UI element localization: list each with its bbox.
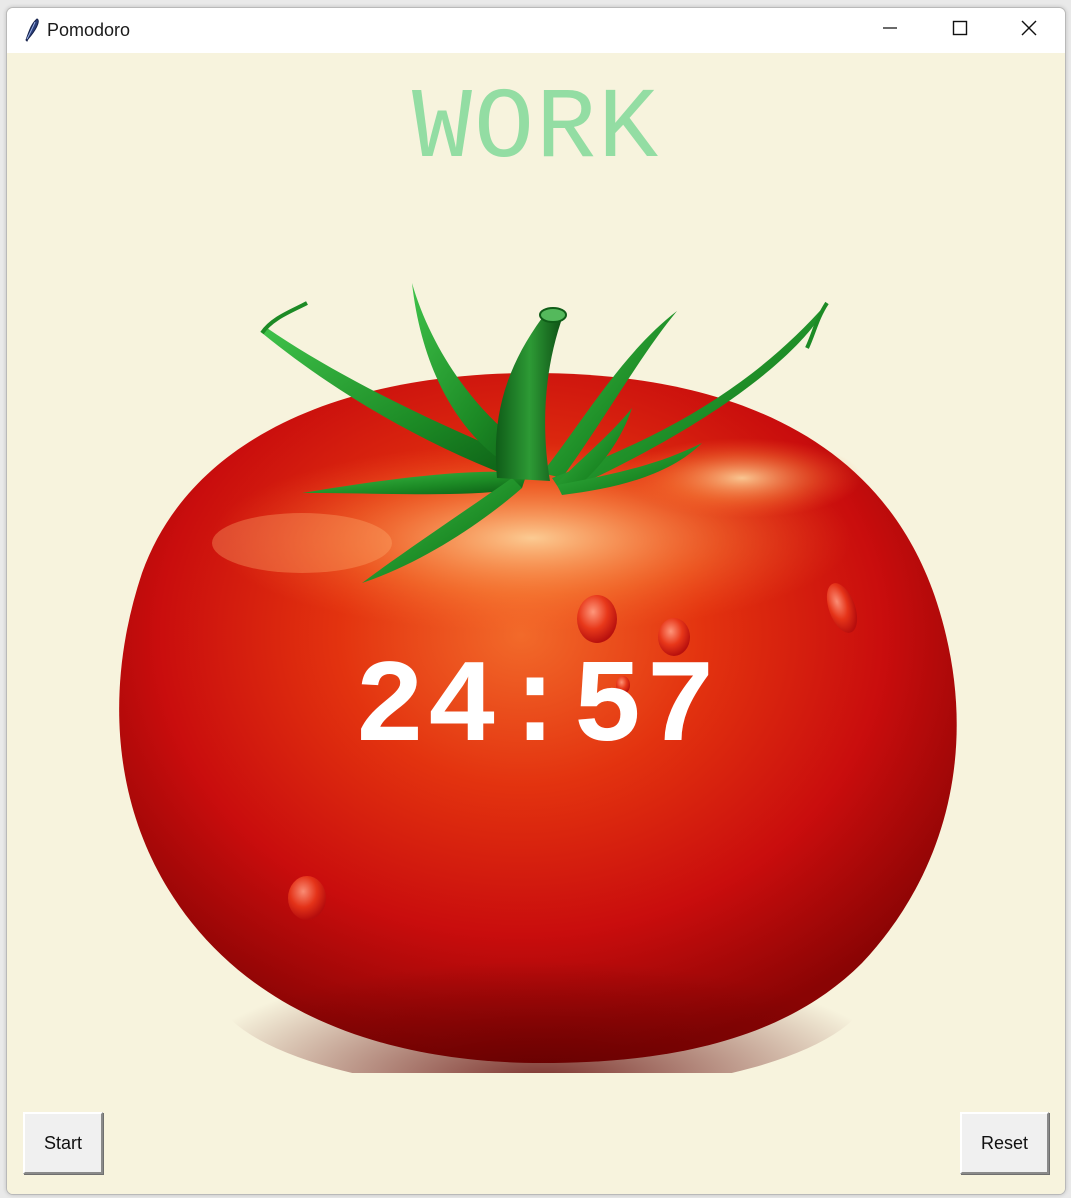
minimize-icon	[882, 20, 898, 41]
main-content: WORK 24:57 Start Reset	[7, 53, 1065, 1194]
start-button[interactable]: Start	[23, 1112, 103, 1174]
close-button[interactable]	[996, 8, 1062, 53]
window-title: Pomodoro	[47, 20, 131, 40]
minimize-button[interactable]	[857, 8, 923, 53]
close-icon	[1020, 19, 1038, 42]
reset-button[interactable]: Reset	[960, 1112, 1049, 1174]
feather-icon	[21, 17, 43, 43]
maximize-icon	[952, 20, 968, 41]
timer-display: 24:57	[353, 643, 719, 776]
maximize-button[interactable]	[927, 8, 993, 53]
mode-label: WORK	[411, 74, 661, 187]
app-window: Pomodoro WORK 24:57 Start Reset	[6, 7, 1066, 1195]
title-bar[interactable]: Pomodoro	[7, 8, 1065, 53]
